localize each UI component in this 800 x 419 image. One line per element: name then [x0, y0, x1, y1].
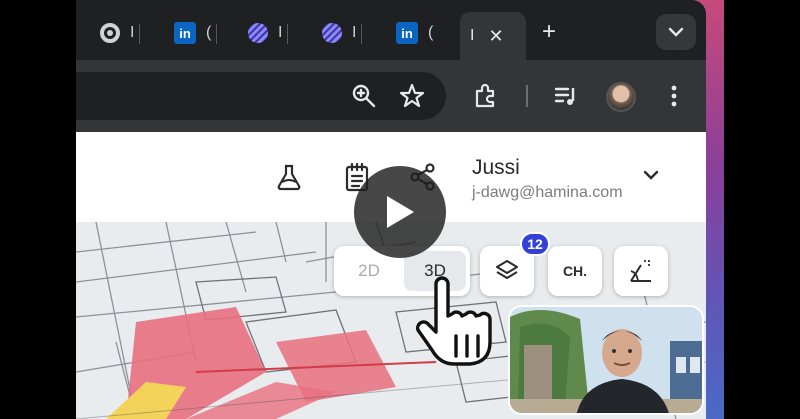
play-icon — [387, 196, 414, 228]
video-play-button[interactable] — [354, 166, 446, 258]
tab[interactable]: I — [100, 18, 141, 48]
media-control-icon[interactable] — [552, 82, 580, 110]
presenter-webcam — [508, 305, 704, 415]
screen-recording: I in ( I I in ( I ✕ + Jussi j-dawg@hamin… — [76, 0, 724, 419]
user-name: Jussi — [472, 156, 520, 179]
tab-title: I — [352, 24, 357, 41]
tab-divider — [216, 24, 218, 44]
tab-divider — [139, 24, 141, 44]
address-bar[interactable] — [76, 72, 446, 120]
browser-tab-bar: I in ( I I in ( I ✕ + — [76, 0, 706, 60]
angle-measure-icon — [630, 260, 651, 282]
hand-cursor-icon — [414, 276, 498, 373]
hamina-icon — [248, 23, 268, 43]
tab-title: I — [278, 24, 283, 41]
tab-title: ( — [206, 24, 212, 41]
flask-icon[interactable] — [274, 162, 304, 192]
linkedin-icon: in — [174, 22, 196, 44]
new-tab-button[interactable]: + — [542, 20, 556, 44]
hamina-icon — [322, 23, 342, 43]
tab[interactable]: I — [248, 18, 289, 48]
linkedin-icon: in — [396, 22, 418, 44]
browser-toolbar — [76, 60, 706, 132]
tab-divider — [361, 24, 363, 44]
tab-title: I — [470, 27, 475, 44]
bookmark-star-icon[interactable] — [398, 82, 426, 110]
tab-title: I — [130, 24, 135, 41]
toolbar-divider — [526, 85, 528, 107]
chevron-down-icon — [643, 170, 659, 180]
extensions-icon[interactable] — [472, 82, 500, 110]
tab-divider — [287, 24, 289, 44]
layers-count-badge: 12 — [520, 232, 550, 256]
channel-button[interactable]: CH. — [548, 246, 602, 296]
close-icon[interactable]: ✕ — [488, 26, 503, 47]
tab[interactable]: in ( — [174, 18, 218, 48]
profile-avatar[interactable] — [606, 82, 636, 112]
chevron-down-icon — [668, 27, 684, 37]
chrome-icon — [100, 23, 120, 43]
measure-angle-button[interactable] — [614, 246, 668, 296]
more-menu-icon[interactable] — [660, 82, 688, 110]
tab[interactable]: I — [322, 18, 363, 48]
user-email: j-dawg@hamina.com — [472, 184, 623, 201]
tab-title: ( — [428, 24, 434, 41]
active-tab[interactable]: I ✕ — [460, 12, 526, 60]
video-frame: I in ( I I in ( I ✕ + Jussi j-dawg@hamin… — [0, 0, 800, 419]
account-menu-button[interactable] — [642, 168, 660, 186]
tab[interactable]: in ( — [396, 18, 433, 48]
tab-search-button[interactable] — [656, 14, 696, 50]
zoom-icon[interactable] — [350, 82, 378, 110]
